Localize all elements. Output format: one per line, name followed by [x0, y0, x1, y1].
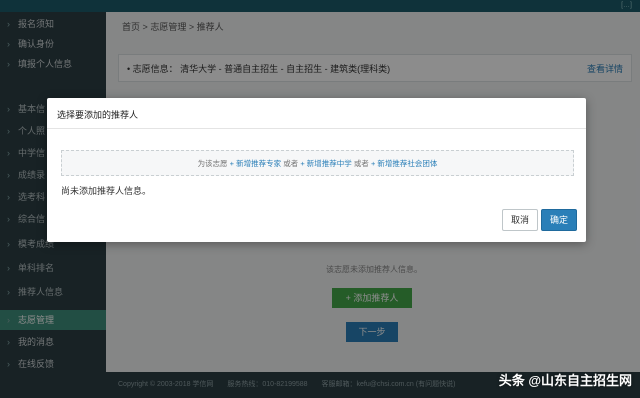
dialog-title: 选择要添加的推荐人: [57, 110, 139, 120]
dialog-header: 选择要添加的推荐人: [47, 98, 586, 129]
select-recommender-dialog: 选择要添加的推荐人 为该志愿 + 新增推荐专家 或者 + 新增推荐中学 或者 +…: [47, 98, 586, 242]
cancel-button[interactable]: 取消: [502, 209, 538, 231]
add-school-link[interactable]: + 新增推荐中学: [300, 159, 351, 168]
recommender-options-line: 为该志愿 + 新增推荐专家 或者 + 新增推荐中学 或者 + 新增推荐社会团体: [62, 158, 573, 169]
add-expert-link[interactable]: + 新增推荐专家: [230, 159, 281, 168]
confirm-button[interactable]: 确定: [541, 209, 577, 231]
or-text: 或者: [353, 159, 369, 168]
recommender-options-box: 为该志愿 + 新增推荐专家 或者 + 新增推荐中学 或者 + 新增推荐社会团体: [61, 150, 574, 176]
options-prompt: 为该志愿: [197, 159, 228, 168]
or-text: 或者: [283, 159, 299, 168]
no-recommender-dialog-message: 尚未添加推荐人信息。: [61, 186, 152, 196]
watermark: 头条 @山东自主招生网: [498, 373, 632, 388]
add-organization-link[interactable]: + 新增推荐社会团体: [371, 159, 437, 168]
